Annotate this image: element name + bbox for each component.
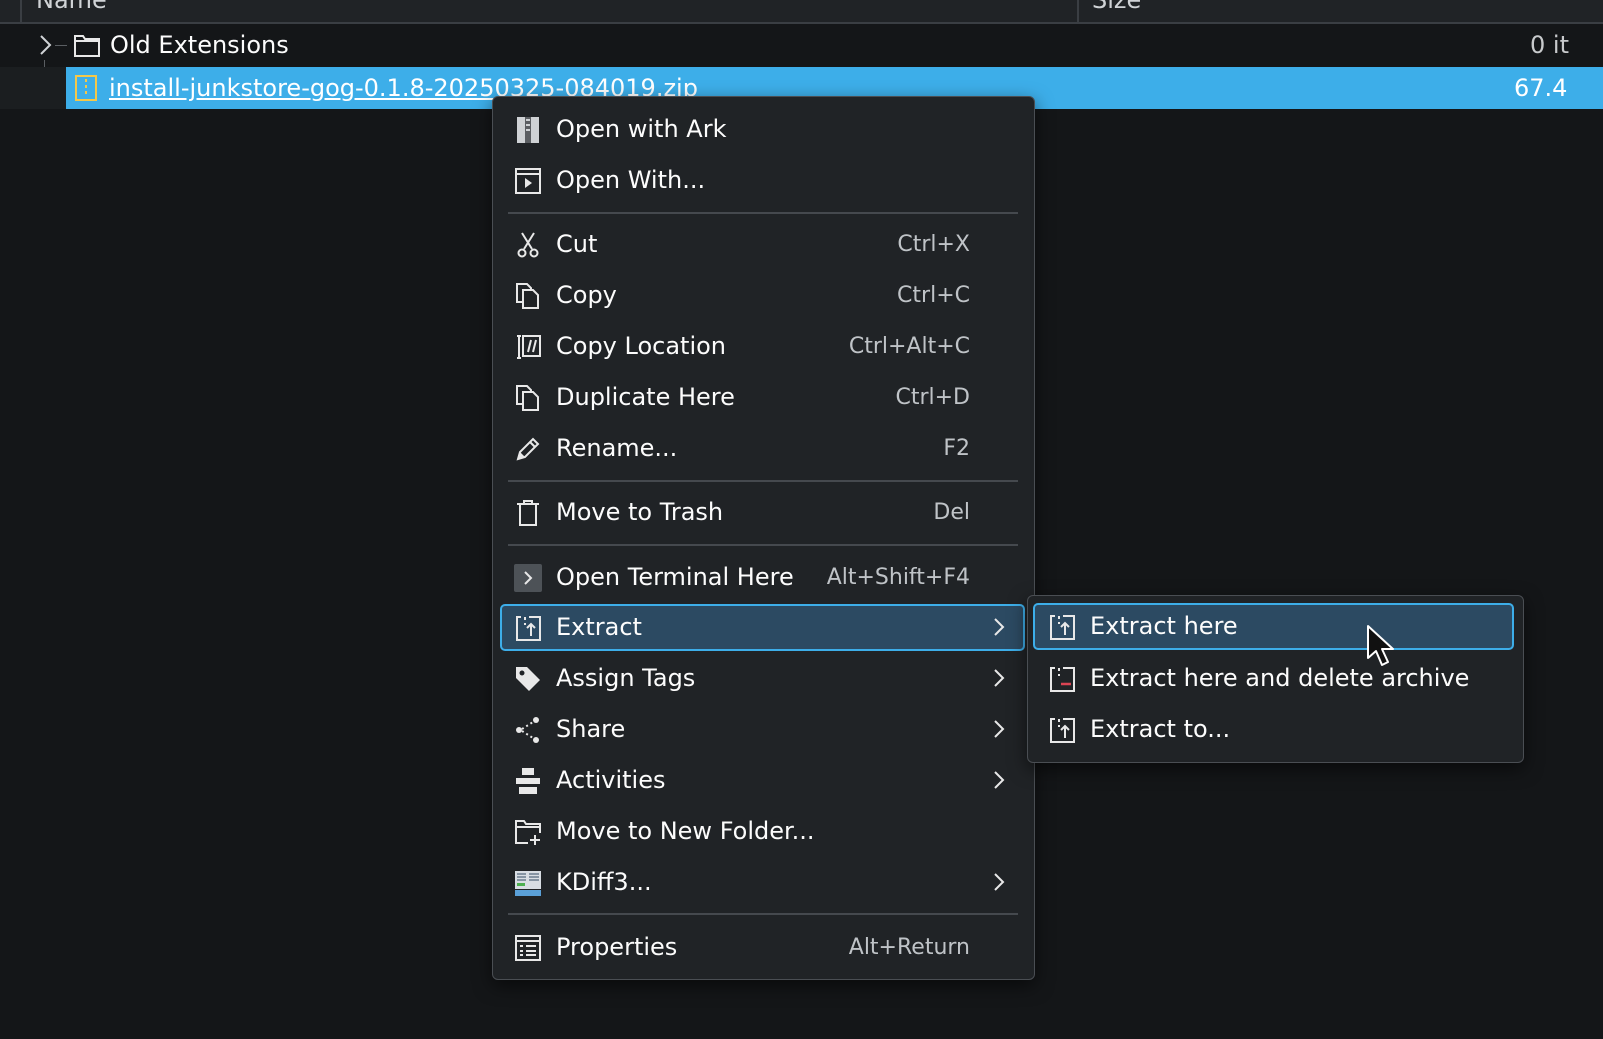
file-name[interactable]: Old Extensions <box>110 24 289 66</box>
extract-icon <box>1050 615 1075 640</box>
menu-item-open-terminal[interactable]: Open Terminal Here Alt+Shift+F4 <box>500 554 1025 601</box>
menu-item-shortcut: Ctrl+X <box>897 232 970 257</box>
extract-submenu: Extract here Extract here and delete arc… <box>1027 595 1524 763</box>
menu-separator <box>508 212 1018 214</box>
file-size: 67.4 <box>1514 74 1568 102</box>
submenu-item-label: Extract to... <box>1090 715 1231 743</box>
menu-item-open-with[interactable]: Open With... <box>500 157 1025 204</box>
menu-item-shortcut: Alt+Return <box>848 935 970 960</box>
menu-item-label: Activities <box>556 766 666 794</box>
row-band <box>0 67 66 109</box>
mouse-cursor-icon <box>1367 625 1394 666</box>
menu-item-activities[interactable]: Activities <box>500 757 1025 804</box>
extract-icon <box>1050 718 1075 743</box>
chevron-right-icon <box>994 720 1005 738</box>
properties-icon <box>515 935 541 961</box>
menu-item-label: Properties <box>556 933 678 961</box>
menu-item-label: Open With... <box>556 166 706 194</box>
menu-item-label: Open Terminal Here <box>556 563 794 591</box>
menu-item-shortcut: Alt+Shift+F4 <box>826 565 970 590</box>
column-size-header[interactable]: Size <box>1092 0 1141 14</box>
menu-item-shortcut: F2 <box>943 436 970 461</box>
menu-item-duplicate-here[interactable]: Duplicate Here Ctrl+D <box>500 374 1025 421</box>
tag-icon <box>516 667 540 691</box>
menu-separator <box>508 544 1018 546</box>
kdiff3-icon <box>515 871 541 896</box>
extract-delete-icon <box>1050 667 1075 692</box>
file-row-folder[interactable]: Old Extensions 0 it <box>0 24 1603 66</box>
file-view: Name Size Old Extensions 0 it install-ju… <box>0 0 1603 1039</box>
column-name-header[interactable]: Name <box>36 0 107 14</box>
menu-item-copy-location[interactable]: Copy Location Ctrl+Alt+C <box>500 323 1025 370</box>
menu-item-extract[interactable]: Extract <box>500 604 1025 651</box>
open-with-icon <box>515 168 541 194</box>
menu-item-label: Duplicate Here <box>556 383 735 411</box>
menu-item-copy[interactable]: Copy Ctrl+C <box>500 272 1025 319</box>
duplicate-icon <box>516 385 539 411</box>
trash-icon <box>517 500 539 526</box>
menu-item-share[interactable]: Share <box>500 706 1025 753</box>
extract-icon <box>516 616 541 641</box>
chevron-right-icon <box>994 771 1005 789</box>
menu-item-label: Cut <box>556 230 598 258</box>
menu-item-properties[interactable]: Properties Alt+Return <box>500 924 1025 971</box>
activities-icon <box>516 768 540 794</box>
share-icon <box>516 717 539 743</box>
menu-item-label: Copy <box>556 281 617 309</box>
menu-item-label: Open with Ark <box>556 115 727 143</box>
menu-item-label: Assign Tags <box>556 664 696 692</box>
menu-item-move-to-new-folder[interactable]: Move to New Folder... <box>500 808 1025 855</box>
menu-item-shortcut: Ctrl+Alt+C <box>848 334 970 359</box>
menu-item-cut[interactable]: Cut Ctrl+X <box>500 221 1025 268</box>
chevron-right-icon <box>994 618 1005 636</box>
chevron-right-icon[interactable] <box>38 34 54 56</box>
menu-item-shortcut: Ctrl+C <box>897 283 970 308</box>
submenu-item-extract-here-and-delete[interactable]: Extract here and delete archive <box>1033 655 1514 702</box>
chevron-right-icon <box>994 669 1005 687</box>
menu-item-label: Rename... <box>556 434 678 462</box>
menu-item-kdiff3[interactable]: KDiff3... <box>500 859 1025 906</box>
column-separator[interactable] <box>20 0 22 22</box>
submenu-item-label: Extract here <box>1090 612 1238 640</box>
menu-item-move-to-trash[interactable]: Move to Trash Del <box>500 489 1025 536</box>
copy-location-icon <box>517 335 541 359</box>
menu-item-label: Copy Location <box>556 332 727 360</box>
menu-item-label: Move to New Folder... <box>556 817 815 845</box>
pencil-icon <box>516 437 540 461</box>
submenu-item-extract-to[interactable]: Extract to... <box>1033 706 1514 753</box>
menu-item-open-with-ark[interactable]: Open with Ark <box>500 106 1025 153</box>
column-separator[interactable] <box>1077 0 1079 22</box>
archive-file-icon <box>75 75 97 101</box>
file-size: 0 it <box>1530 31 1569 59</box>
submenu-item-extract-here[interactable]: Extract here <box>1033 603 1514 650</box>
menu-item-assign-tags[interactable]: Assign Tags <box>500 655 1025 702</box>
column-header: Name Size <box>0 0 1603 24</box>
menu-item-rename[interactable]: Rename... F2 <box>500 425 1025 472</box>
scissors-icon <box>517 232 539 258</box>
copy-icon <box>516 283 539 309</box>
new-folder-icon <box>515 820 541 845</box>
menu-separator <box>508 480 1018 482</box>
menu-item-label: Move to Trash <box>556 498 724 526</box>
menu-item-shortcut: Del <box>933 500 970 525</box>
menu-item-label: Share <box>556 715 626 743</box>
folder-icon <box>74 35 100 57</box>
context-menu: Open with Ark Open With... Cut Ctrl+X Co… <box>492 96 1035 980</box>
menu-item-label: KDiff3... <box>556 868 652 896</box>
menu-separator <box>508 913 1018 915</box>
chevron-right-icon <box>994 873 1005 891</box>
menu-item-shortcut: Ctrl+D <box>895 385 970 410</box>
submenu-item-label: Extract here and delete archive <box>1090 664 1470 692</box>
menu-item-label: Extract <box>556 613 642 641</box>
terminal-icon <box>514 564 542 592</box>
ark-archive-icon <box>517 117 539 143</box>
